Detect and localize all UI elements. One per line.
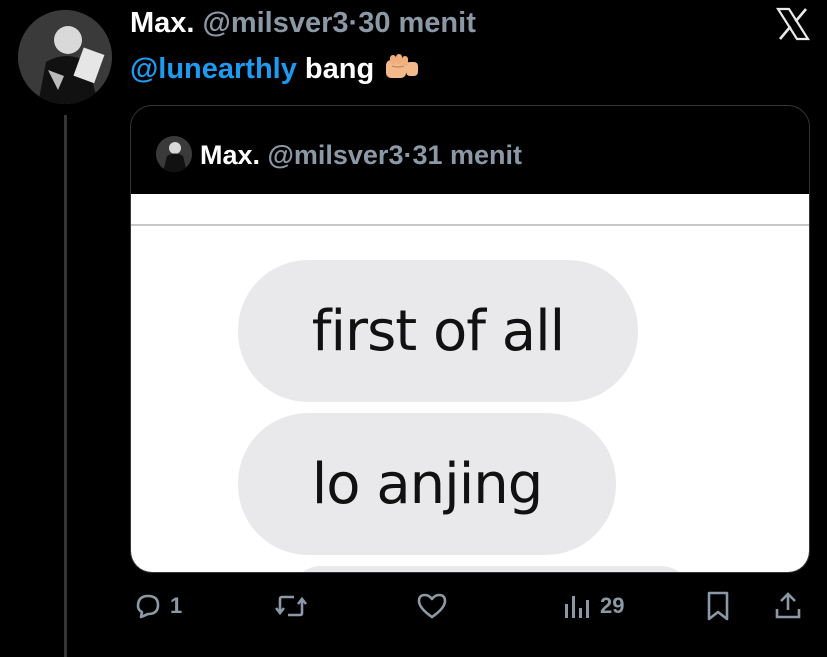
retweet-button[interactable] <box>274 590 314 622</box>
views-count: 29 <box>600 593 625 618</box>
tweet-body: bang <box>296 53 375 85</box>
display-name[interactable]: Max. <box>130 7 194 39</box>
reply-icon <box>136 594 160 619</box>
timestamp[interactable]: 30 menit <box>358 7 476 39</box>
x-logo-icon[interactable] <box>775 6 811 42</box>
share-button[interactable] <box>772 590 804 622</box>
fist-emoji-icon <box>386 54 419 78</box>
media-divider <box>131 224 809 226</box>
views-button[interactable]: 29 <box>562 590 624 622</box>
avatar[interactable] <box>18 10 112 104</box>
reply-count: 1 <box>170 593 183 618</box>
tweet-text: @lunearthly bang <box>130 50 420 88</box>
message-bubble <box>291 566 691 572</box>
bookmark-icon <box>707 591 729 621</box>
retweet-icon <box>274 595 308 617</box>
message-bubble: lo anjing <box>238 413 616 555</box>
separator: · <box>348 7 359 39</box>
tweet-header: Max. @milsver3·30 menit <box>130 4 476 42</box>
bookmark-button[interactable] <box>703 590 733 622</box>
quoted-avatar <box>156 136 192 172</box>
mention-link[interactable]: @lunearthly <box>130 53 297 85</box>
like-button[interactable] <box>416 590 454 622</box>
message-bubble: first of all <box>238 260 638 402</box>
quoted-handle: @milsver3 <box>267 140 404 170</box>
thread-line <box>64 115 67 657</box>
quoted-display-name: Max. <box>200 140 261 170</box>
share-icon <box>775 592 801 619</box>
like-icon <box>417 593 447 619</box>
quoted-media[interactable]: first of all lo anjing <box>131 194 809 572</box>
quoted-timestamp: 31 menit <box>412 140 523 170</box>
reply-button[interactable]: 1 <box>132 590 182 622</box>
quoted-tweet[interactable]: Max. @milsver3·31 menit first of all lo … <box>130 105 810 573</box>
action-bar: 1 29 <box>0 590 827 630</box>
handle[interactable]: @milsver3 <box>203 7 349 39</box>
views-icon <box>565 596 589 618</box>
quoted-header: Max. @milsver3·31 menit <box>156 136 522 173</box>
